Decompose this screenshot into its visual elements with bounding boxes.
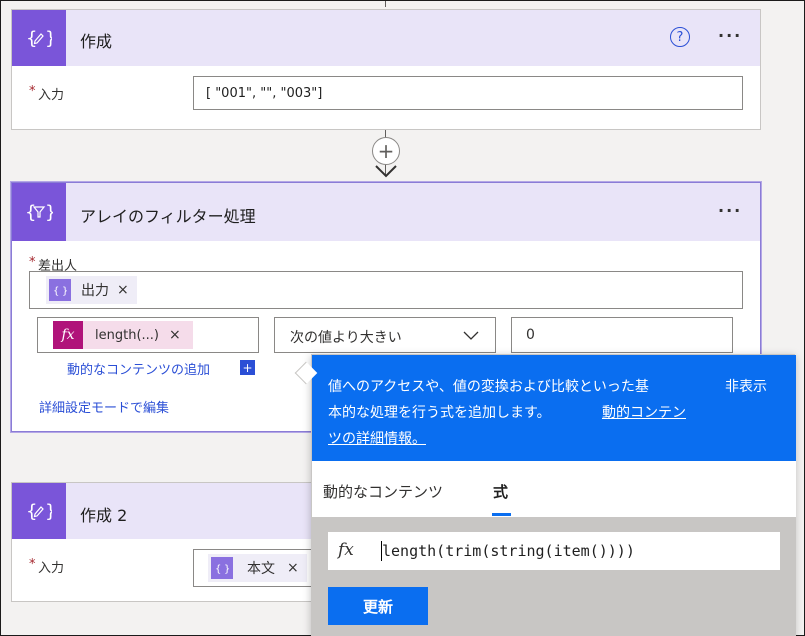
compose-title: 作成 bbox=[80, 32, 113, 51]
required-mark: * bbox=[29, 255, 36, 270]
chevron-down-icon bbox=[463, 331, 479, 340]
body-token-label: 本文 bbox=[247, 561, 275, 577]
svg-text:{: { bbox=[25, 202, 36, 223]
filter-icon: {} bbox=[12, 183, 66, 241]
compose-icon: {} bbox=[12, 10, 66, 66]
input-label: 入力 bbox=[38, 561, 65, 576]
from-token-label: 出力 bbox=[81, 283, 109, 299]
svg-text:}: } bbox=[45, 28, 52, 49]
tab-dynamic-content[interactable]: 動的なコンテンツ bbox=[323, 481, 443, 502]
add-dynamic-content-link[interactable]: 動的なコンテンツの追加 bbox=[67, 359, 210, 378]
add-step-icon[interactable]: + bbox=[372, 137, 400, 165]
remove-token-icon[interactable]: × bbox=[287, 560, 299, 576]
fx-icon: fx bbox=[53, 321, 83, 349]
more-options-icon[interactable]: ··· bbox=[718, 201, 742, 220]
input-field[interactable]: [ "001", "", "003"] bbox=[193, 76, 743, 110]
filter-title: アレイのフィルター処理 bbox=[80, 207, 256, 226]
compose-2-title: 作成 2 bbox=[80, 506, 128, 525]
hide-button[interactable]: 非表示 bbox=[725, 376, 767, 396]
learn-more-link-cont[interactable]: ツの詳細情報。 bbox=[328, 428, 426, 448]
tab-expression[interactable]: 式 bbox=[493, 481, 508, 502]
compose-card-header[interactable]: {} 作成 ? ··· bbox=[12, 10, 760, 66]
compose-icon: {} bbox=[12, 483, 66, 539]
connector-line-top bbox=[385, 1, 386, 7]
update-button[interactable]: 更新 bbox=[328, 587, 428, 625]
svg-text:{: { bbox=[26, 28, 37, 49]
expression-input[interactable]: fx length(trim(string(item()))) bbox=[328, 532, 780, 570]
from-token[interactable]: {} 出力 × bbox=[46, 276, 137, 304]
popup-description-line1: 値へのアクセスや、値の変換および比較といった基 bbox=[328, 379, 649, 395]
svg-text:{: { bbox=[26, 501, 37, 522]
add-glyph: + bbox=[242, 360, 253, 375]
fx-glyph: fx bbox=[61, 327, 75, 343]
expression-editor-area: fx length(trim(string(item()))) 更新 bbox=[312, 517, 796, 636]
compose-card: {} 作成 ? ··· * 入力 [ "001", "", "003"] bbox=[11, 9, 761, 130]
help-icon[interactable]: ? bbox=[670, 27, 690, 47]
filter-card-header[interactable]: {} アレイのフィルター処理 ··· bbox=[12, 183, 760, 241]
expression-text: length(trim(string(item()))) bbox=[382, 542, 635, 560]
body-token[interactable]: {} 本文 × bbox=[208, 554, 307, 582]
popup-description-line2: 本的な処理を行う式を追加します。 bbox=[328, 405, 551, 421]
required-mark: * bbox=[29, 84, 36, 99]
svg-text:}: } bbox=[45, 501, 52, 522]
svg-text:{: { bbox=[215, 564, 221, 574]
tab-active-indicator bbox=[492, 513, 511, 516]
remove-token-icon[interactable]: × bbox=[117, 282, 129, 298]
arrow-down-icon bbox=[375, 165, 397, 178]
svg-text:}: } bbox=[45, 202, 53, 223]
fx-icon: fx bbox=[338, 540, 354, 560]
expression-popup: 値へのアクセスや、値の変換および比較といった基 本的な処理を行う式を追加します。… bbox=[311, 354, 796, 636]
learn-more-link[interactable]: 動的コンテン bbox=[602, 402, 686, 422]
update-button-label: 更新 bbox=[362, 597, 393, 616]
expression-token[interactable]: fx length(...) × bbox=[53, 321, 193, 349]
filter-token-icon: {} bbox=[211, 557, 233, 579]
add-dynamic-content-icon[interactable]: + bbox=[240, 360, 255, 375]
compose-token-icon: {} bbox=[49, 279, 71, 301]
svg-text:}: } bbox=[62, 286, 67, 296]
popup-info-banner: 値へのアクセスや、値の変換および比較といった基 本的な処理を行う式を追加します。… bbox=[312, 355, 796, 461]
remove-token-icon[interactable]: × bbox=[169, 327, 181, 343]
operator-select[interactable]: 次の値より大きい bbox=[274, 317, 496, 353]
svg-text:}: } bbox=[224, 564, 229, 574]
advanced-mode-link[interactable]: 詳細設定モードで編集 bbox=[39, 397, 169, 416]
add-glyph: + bbox=[377, 139, 395, 163]
from-field[interactable]: {} 出力 × bbox=[29, 271, 743, 309]
input-value: [ "001", "", "003"] bbox=[206, 86, 323, 101]
condition-right-field[interactable]: 0 bbox=[511, 317, 733, 353]
input-label: 入力 bbox=[38, 88, 65, 103]
more-options-icon[interactable]: ··· bbox=[718, 26, 742, 45]
help-icon-glyph: ? bbox=[676, 29, 684, 45]
condition-right-value: 0 bbox=[526, 327, 535, 343]
condition-left-field[interactable]: fx length(...) × bbox=[37, 317, 259, 353]
required-mark: * bbox=[29, 557, 36, 572]
popup-tabs: 動的なコンテンツ 式 bbox=[312, 461, 796, 517]
expression-token-label: length(...) bbox=[95, 327, 159, 343]
svg-text:{: { bbox=[53, 286, 59, 296]
operator-value: 次の値より大きい bbox=[290, 330, 402, 346]
